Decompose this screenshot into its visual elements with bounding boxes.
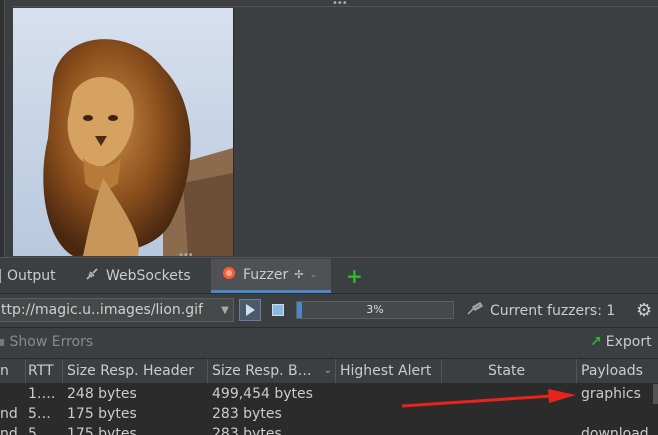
table-scrollbar[interactable]: [653, 384, 658, 404]
export-button[interactable]: ↗ Export: [590, 334, 652, 350]
tab-output-label: Output: [7, 268, 56, 284]
broom-icon: [466, 301, 484, 320]
export-arrow-icon: ↗: [590, 334, 602, 350]
fuzzer-toolbar: ttp://magic.u..images/lion.gif ▼ 3% Curr…: [0, 294, 658, 328]
results-table-body: 1…. 248 bytes 499,454 bytes graphics nd …: [0, 384, 658, 435]
cell-name: [0, 384, 24, 404]
column-header-payloads[interactable]: Payloads: [577, 359, 658, 383]
progress-label: 3%: [366, 303, 384, 316]
current-fuzzers: Current fuzzers: 1: [466, 294, 615, 327]
cell-size-body: 283 bytes: [212, 406, 282, 422]
column-header-highest-alert[interactable]: Highest Alert: [336, 359, 442, 383]
stop-button[interactable]: [270, 302, 286, 318]
play-icon: [246, 304, 255, 316]
checkbox-icon: ▪: [0, 334, 6, 350]
gear-icon[interactable]: ⚙: [636, 300, 652, 321]
chevron-down-icon[interactable]: ⌄: [309, 270, 317, 280]
cell-size-header: 248 bytes: [67, 386, 137, 402]
options-row: ▪ Show Errors ↗ Export: [0, 328, 658, 359]
cell-payloads: download: [581, 426, 649, 435]
panel-divider: [0, 257, 658, 258]
column-header-state[interactable]: State: [442, 359, 577, 383]
tab-fuzzer-label: Fuzzer: [243, 266, 289, 283]
column-header-name[interactable]: n: [0, 359, 26, 383]
cell-size-body: 499,454 bytes: [212, 386, 313, 402]
cell-rtt: 5…: [28, 426, 51, 435]
cell-size-header: 175 bytes: [67, 426, 137, 435]
plug-icon: [84, 266, 100, 286]
table-row[interactable]: nd 5… 175 bytes 283 bytes download: [0, 424, 658, 435]
current-fuzzers-label: Current fuzzers: 1: [490, 302, 616, 319]
cell-rtt: 1….: [28, 386, 56, 402]
cell-size-header: 175 bytes: [67, 406, 137, 422]
tab-fuzzer[interactable]: Fuzzer ✢ ⌄: [211, 259, 331, 293]
bottom-tab-bar: Output WebSockets Fuzzer ✢ ⌄ +: [0, 259, 658, 294]
cell-size-body: 283 bytes: [212, 426, 282, 435]
monitor-icon: [0, 269, 1, 283]
chevron-down-icon: ⌄: [323, 365, 332, 376]
fuzz-target-value: ttp://magic.u..images/lion.gif: [1, 302, 203, 318]
show-errors-label: Show Errors: [9, 334, 94, 350]
table-row[interactable]: 1…. 248 bytes 499,454 bytes graphics: [0, 384, 658, 404]
chevron-down-icon: ▼: [221, 304, 229, 316]
fuzzer-icon: [221, 265, 237, 285]
lion-image: [13, 8, 233, 256]
column-header-size-resp-body[interactable]: Size Resp. B… ⌄: [208, 359, 336, 383]
top-splitter-handle[interactable]: •••: [332, 0, 348, 9]
tab-websockets-label: WebSockets: [106, 268, 191, 284]
column-header-size-resp-header[interactable]: Size Resp. Header: [63, 359, 208, 383]
stop-icon: [272, 304, 284, 316]
tab-output[interactable]: Output: [0, 259, 70, 293]
column-header-rtt[interactable]: RTT: [24, 359, 63, 383]
table-row[interactable]: nd 5… 175 bytes 283 bytes: [0, 404, 658, 424]
start-button[interactable]: [239, 299, 261, 321]
progress-bar: 3%: [296, 301, 454, 319]
cell-payloads: [577, 404, 658, 424]
export-label: Export: [605, 334, 652, 350]
cell-rtt: 5…: [28, 406, 51, 422]
tab-websockets[interactable]: WebSockets: [84, 259, 204, 293]
cell-name: nd: [0, 426, 18, 435]
cell-payloads: graphics: [581, 386, 641, 402]
results-table-header: n RTT Size Resp. Header Size Resp. B… ⌄ H…: [0, 359, 658, 384]
add-tab-button[interactable]: +: [346, 259, 366, 293]
pin-icon[interactable]: ✢: [294, 268, 303, 281]
fuzz-target-select[interactable]: ttp://magic.u..images/lion.gif ▼: [0, 298, 234, 322]
left-panel-edge: [0, 0, 5, 258]
cell-name: nd: [0, 406, 18, 422]
image-separator: [233, 8, 234, 256]
show-errors-toggle[interactable]: ▪ Show Errors: [0, 334, 93, 350]
plus-icon: +: [346, 264, 363, 288]
